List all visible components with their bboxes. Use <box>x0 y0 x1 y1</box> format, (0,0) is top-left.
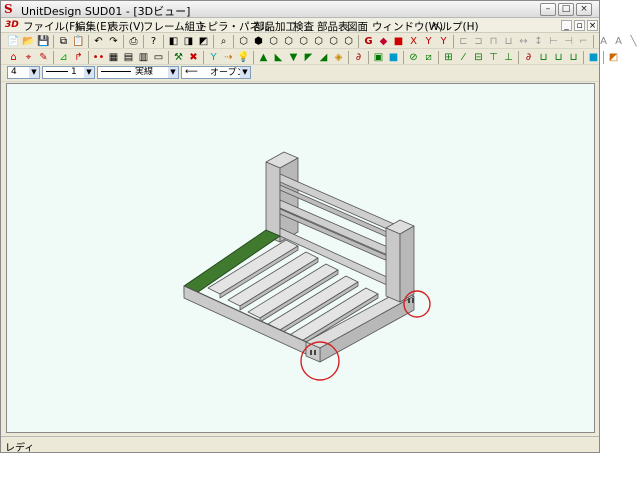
status-bar: レディ <box>1 436 599 454</box>
joint-bolt-mark <box>310 350 312 355</box>
post-front <box>385 227 401 303</box>
joint-bolt-mark <box>408 298 410 303</box>
status-text: レディ <box>5 443 35 454</box>
frame-model-drawing <box>183 151 431 381</box>
app-window: S UnitDesign SUD01 - [3Dビュー] – □ × 3D ファ… <box>0 0 637 454</box>
joint-bolt-mark <box>314 350 316 355</box>
post-side <box>399 225 415 303</box>
3d-viewport[interactable] <box>6 83 595 433</box>
post-front <box>265 161 281 243</box>
joint-bolt-mark <box>412 298 414 303</box>
